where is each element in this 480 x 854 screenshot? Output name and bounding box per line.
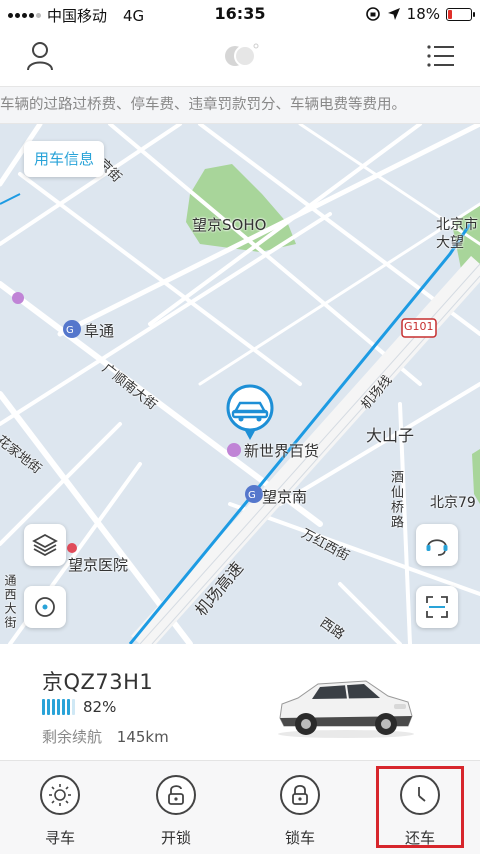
screen-lock-icon — [365, 7, 380, 21]
location-arrow-icon — [387, 8, 400, 20]
car-image — [278, 680, 414, 738]
poi-dashanzi[interactable]: 大山子 — [366, 422, 414, 446]
layers-button[interactable] — [24, 524, 66, 566]
car-info-panel[interactable]: 京QZ73H1 82% 剩余续航 145km — [0, 644, 480, 760]
poi-soho[interactable]: 望京SOHO — [192, 214, 266, 235]
battery-bar — [72, 699, 75, 715]
battery-row: 82% — [42, 698, 116, 716]
poi-futong[interactable]: 阜通 — [84, 320, 114, 341]
range-label: 剩余续航 — [42, 728, 103, 746]
road-g101: G101 — [404, 320, 434, 333]
lock-icon — [292, 784, 308, 805]
app-header — [0, 28, 480, 84]
nav-lock-button[interactable] — [280, 775, 320, 815]
locate-icon — [35, 597, 55, 617]
battery-percent: 18% — [406, 5, 440, 23]
nav-unlock-label: 开锁 — [160, 829, 191, 847]
battery-bar — [67, 699, 70, 715]
unlock-icon — [168, 785, 184, 805]
mall-marker — [227, 443, 241, 457]
poi-wangjingnan[interactable]: 望京南 — [262, 486, 307, 507]
nav-find-car-button[interactable] — [40, 775, 80, 815]
svg-text:G: G — [248, 490, 256, 501]
hospital-marker — [67, 543, 77, 553]
headset-icon — [426, 539, 448, 556]
battery-icon — [446, 7, 475, 21]
car-battery-icon — [42, 699, 75, 715]
svg-text:G: G — [66, 325, 74, 336]
range-value: 145km — [116, 728, 169, 746]
customer-service-button[interactable] — [416, 524, 458, 566]
scan-button[interactable] — [416, 586, 458, 628]
notice-banner: 车辆的过路过桥费、停车费、违章罚款罚分、车辆电费等费用。 — [0, 86, 480, 124]
license-plate: 京QZ73H1 — [42, 670, 154, 694]
sun-locate-icon — [49, 784, 71, 806]
battery-bar — [42, 699, 45, 715]
brand-logo — [225, 43, 259, 67]
battery-bar — [62, 699, 65, 715]
road-jiuxian: 酒仙桥路 — [388, 470, 403, 530]
nav-lock[interactable]: 锁车 — [260, 775, 340, 851]
status-bar: 中国移动 4G 16:35 18% — [0, 0, 480, 28]
user-icon[interactable] — [22, 38, 58, 74]
nav-find-car-label: 寻车 — [44, 829, 75, 847]
usage-info-button[interactable]: 用车信息 — [24, 141, 104, 177]
status-right: 18% — [365, 5, 475, 23]
road-left-street: 通西大街 — [3, 574, 17, 630]
menu-icon[interactable] — [422, 38, 458, 74]
nav-unlock-button[interactable] — [156, 775, 196, 815]
layers-icon — [32, 533, 58, 557]
nav-lock-label: 锁车 — [284, 829, 315, 847]
map-view[interactable]: G G 望京SOHO 阜通 新世界百货 大山子 望京南 望京医院 机场线 机场高… — [0, 124, 480, 644]
battery-bar — [57, 699, 60, 715]
battery-bar — [52, 699, 55, 715]
poi-xinshijie[interactable]: 新世界百货 — [244, 440, 319, 461]
return-car-highlight-box — [376, 766, 464, 848]
nav-unlock[interactable]: 开锁 — [136, 775, 216, 851]
nav-find-car[interactable]: 寻车 — [20, 775, 100, 851]
shop-marker — [12, 292, 24, 304]
poi-hospital[interactable]: 望京医院 — [68, 554, 128, 575]
car-battery-percent: 82% — [83, 698, 117, 716]
scan-icon — [426, 596, 448, 618]
locate-button[interactable] — [24, 586, 66, 628]
poi-beijing79[interactable]: 北京79 — [430, 492, 476, 512]
range-row: 剩余续航 145km — [42, 726, 169, 747]
battery-bar — [47, 699, 50, 715]
poi-beijing-dawang[interactable]: 北京市大望 — [436, 216, 480, 252]
